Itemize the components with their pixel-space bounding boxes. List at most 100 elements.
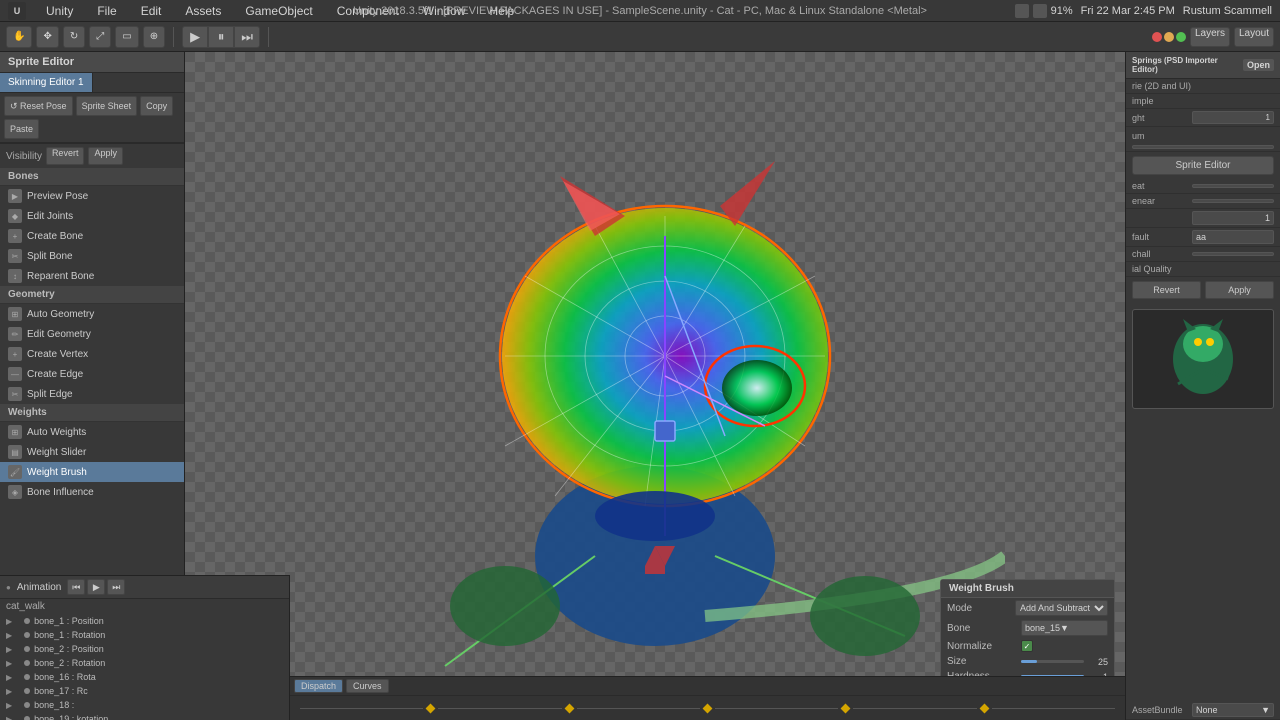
menu-edit[interactable]: Edit (137, 2, 166, 20)
toolbar-all-btn[interactable]: ⊕ (143, 26, 165, 48)
toolbar-rect-btn[interactable]: ▭ (115, 26, 138, 48)
menu-bar: U Unity File Edit Assets GameObject Comp… (0, 0, 1280, 22)
create-edge-icon: — (8, 367, 22, 381)
bone-item-6[interactable]: ▶ bone_18 : (0, 698, 289, 712)
split-edge-btn[interactable]: ✂ Split Edge (0, 384, 184, 404)
apply-btn[interactable]: Apply (1205, 281, 1274, 299)
preview-thumbnail (1132, 309, 1274, 409)
bone-item-7[interactable]: ▶ bone_19 : kotation (0, 712, 289, 720)
anim-prev-btn[interactable]: ⏮ (67, 579, 85, 595)
asset-bundle-label: AssetBundle (1132, 705, 1192, 715)
um-value (1132, 145, 1274, 149)
timeline-line-2 (438, 708, 561, 709)
num-value: 1 (1192, 211, 1274, 225)
keyframe-5[interactable] (979, 703, 989, 713)
geometry-section-header: Geometry (0, 286, 184, 304)
preview-pose-btn[interactable]: ▶ Preview Pose (0, 186, 184, 206)
bone-item-5[interactable]: ▶ bone_17 : Rc (0, 684, 289, 698)
create-bone-btn[interactable]: + Create Bone (0, 226, 184, 246)
datetime-label: Fri 22 Mar 2:45 PM (1081, 5, 1175, 17)
play-button[interactable]: ▶ (182, 26, 208, 48)
paste-btn[interactable]: Paste (4, 119, 39, 139)
reset-pose-btn[interactable]: ↺ Reset Pose (4, 96, 73, 116)
sprite-tabs: Skinning Editor 1 (0, 73, 184, 93)
layers-dropdown[interactable]: Layers (1190, 27, 1230, 47)
create-vertex-btn[interactable]: + Create Vertex (0, 344, 184, 364)
enear-row: enear (1126, 194, 1280, 209)
fault-row: fault aa (1126, 228, 1280, 247)
menu-gameobject[interactable]: GameObject (241, 2, 316, 20)
wb-header: Weight Brush (941, 580, 1114, 598)
wb-size-label: Size (947, 656, 1017, 667)
toolbar-rotate-btn[interactable]: ↻ (63, 26, 85, 48)
eat-label: eat (1132, 181, 1192, 191)
wifi-icon (1015, 4, 1029, 18)
type-label: rie (2D and UI) (1132, 81, 1192, 91)
keyframe-2[interactable] (564, 703, 574, 713)
sprite-sheet-btn[interactable]: Sprite Sheet (76, 96, 138, 116)
auto-geometry-btn[interactable]: ⊞ Auto Geometry (0, 304, 184, 324)
wb-mode-select[interactable]: Add And Subtract (1015, 600, 1108, 616)
step-button[interactable]: ⏭ (234, 26, 260, 48)
timeline: Dispatch Curves (290, 676, 1125, 720)
skinning-editor-tab[interactable]: Skinning Editor 1 (0, 73, 93, 92)
copy-btn[interactable]: Copy (140, 96, 173, 116)
bone-item-4[interactable]: ▶ bone_16 : Rota (0, 670, 289, 684)
wb-normalize-checkbox[interactable]: ✓ (1021, 640, 1033, 652)
menu-assets[interactable]: Assets (181, 2, 225, 20)
enear-value (1192, 199, 1274, 203)
window-title: Unity 2018.3.5f1 - [PREVIEW PACKAGES IN … (353, 5, 927, 17)
dispatch-btn[interactable]: Dispatch (294, 679, 343, 693)
keyframe-3[interactable] (703, 703, 713, 713)
wb-size-value: 25 (1088, 657, 1108, 667)
weight-slider-btn[interactable]: ▤ Weight Slider (0, 442, 184, 462)
apply-visibility-btn[interactable]: Apply (88, 147, 123, 165)
curves-btn[interactable]: Curves (346, 679, 389, 693)
anim-next-btn[interactable]: ⏭ (107, 579, 125, 595)
create-edge-btn[interactable]: — Create Edge (0, 364, 184, 384)
logo-text: U (14, 6, 21, 16)
wb-size-slider[interactable] (1021, 660, 1084, 663)
inspector-header: Springs (PSD Importer Editor) Open (1126, 52, 1280, 79)
revert-visibility-btn[interactable]: Revert (46, 147, 85, 165)
play-controls: ▶ ⏸ ⏭ (182, 26, 260, 48)
system-icons: 91% (1015, 4, 1073, 18)
timeline-inner[interactable] (290, 696, 1125, 720)
auto-weights-btn[interactable]: ⊞ Auto Weights (0, 422, 184, 442)
weight-brush-btn[interactable]: 🖌 Weight Brush (0, 462, 184, 482)
sprite-editor-title: Sprite Editor (8, 56, 74, 68)
ial-quality-row: ial Quality (1126, 262, 1280, 277)
visibility-label: Visibility (6, 151, 42, 162)
inspector-title: Springs (PSD Importer Editor) (1132, 56, 1243, 74)
bone-item-2[interactable]: ▶ bone_2 : Position (0, 642, 289, 656)
menu-unity[interactable]: Unity (42, 2, 77, 20)
bone-item-3[interactable]: ▶ bone_2 : Rotation (0, 656, 289, 670)
edit-geometry-btn[interactable]: ✏ Edit Geometry (0, 324, 184, 344)
menu-file[interactable]: File (93, 2, 120, 20)
open-sprite-editor-btn[interactable]: Sprite Editor (1132, 156, 1274, 175)
bone-item-0[interactable]: ▶ bone_1 : Position (0, 614, 289, 628)
reparent-bone-btn[interactable]: ↕ Reparent Bone (0, 266, 184, 286)
um-value-row (1126, 143, 1280, 152)
layout-dropdown[interactable]: Layout (1234, 27, 1274, 47)
edit-joints-btn[interactable]: ◆ Edit Joints (0, 206, 184, 226)
wb-normalize-row: Normalize ✓ (941, 638, 1114, 654)
keyframe-4[interactable] (841, 703, 851, 713)
bone-influence-btn[interactable]: ◈ Bone Influence (0, 482, 184, 502)
sprite-toolbar: ↺ Reset Pose Sprite Sheet Copy Paste (0, 93, 184, 143)
revert-btn[interactable]: Revert (1132, 281, 1201, 299)
weights-section-header: Weights (0, 404, 184, 422)
scene-view[interactable]: Weight Brush Mode Add And Subtract Bone … (185, 52, 1125, 720)
open-btn[interactable]: Open (1243, 59, 1274, 71)
keyframe-1[interactable] (426, 703, 436, 713)
edit-joints-icon: ◆ (8, 209, 22, 223)
toolbar-move-btn[interactable]: ✥ (36, 26, 58, 48)
weight-slider-icon: ▤ (8, 445, 22, 459)
bone-item-1[interactable]: ▶ bone_1 : Rotation (0, 628, 289, 642)
toolbar-scale-btn[interactable]: ⤢ (89, 26, 111, 48)
split-bone-btn[interactable]: ✂ Split Bone (0, 246, 184, 266)
pause-button[interactable]: ⏸ (208, 26, 234, 48)
anim-play-btn[interactable]: ▶ (87, 579, 105, 595)
eat-row: eat (1126, 179, 1280, 194)
toolbar-hand-btn[interactable]: ✋ (6, 26, 32, 48)
